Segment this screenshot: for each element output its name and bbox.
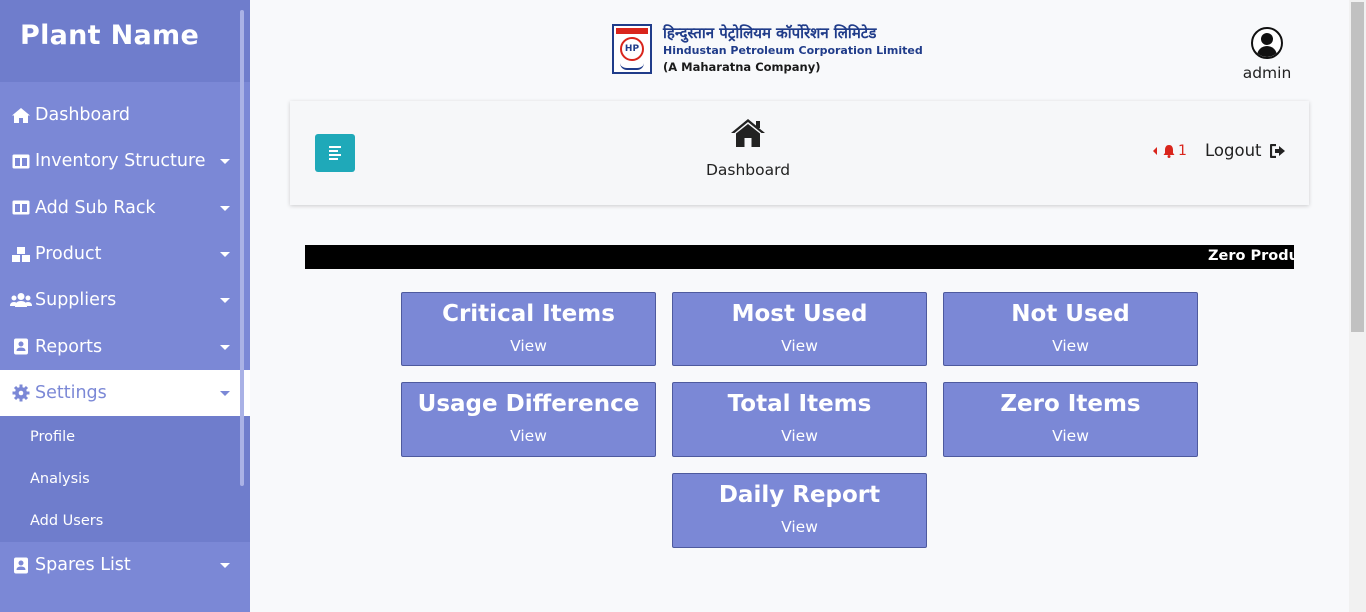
logout-link[interactable]: Logout bbox=[1205, 141, 1286, 160]
card-title: Zero Items bbox=[1000, 391, 1141, 417]
boxes-icon bbox=[10, 245, 32, 263]
card-most-used[interactable]: Most Used View bbox=[672, 292, 927, 366]
card-title: Critical Items bbox=[442, 301, 615, 327]
sidebar-item-label: Dashboard bbox=[35, 105, 130, 126]
card-view-link[interactable]: View bbox=[944, 337, 1197, 355]
caret-down-icon bbox=[220, 298, 230, 304]
company-logo: HP हिन्दुस्तान पेट्रोलियम कॉर्पोरेशन लिम… bbox=[612, 24, 923, 76]
bell-icon bbox=[1163, 145, 1175, 158]
card-title: Not Used bbox=[1011, 301, 1130, 327]
caret-down-icon bbox=[220, 159, 230, 165]
columns-icon bbox=[10, 152, 32, 170]
card-view-link[interactable]: View bbox=[402, 337, 655, 355]
logo-tagline: (A Maharatna Company) bbox=[663, 60, 821, 74]
sidebar-item-product[interactable]: Product bbox=[0, 231, 250, 277]
home-icon bbox=[731, 119, 765, 147]
dashboard-home[interactable]: Dashboard bbox=[698, 117, 798, 179]
users-icon bbox=[10, 291, 32, 309]
logout-label: Logout bbox=[1205, 141, 1262, 160]
user-name: admin bbox=[1242, 64, 1292, 82]
sidebar-nav: Dashboard Inventory Structure Add Sub Ra… bbox=[0, 92, 250, 588]
caret-down-icon bbox=[220, 390, 230, 396]
caret-down-icon bbox=[220, 563, 230, 569]
card-title: Total Items bbox=[727, 391, 872, 417]
card-view-link[interactable]: View bbox=[673, 518, 926, 536]
caret-down-icon bbox=[220, 344, 230, 350]
menu-line-icon bbox=[329, 158, 338, 160]
sign-out-icon bbox=[1269, 143, 1285, 158]
gear-icon bbox=[10, 384, 32, 402]
card-view-link[interactable]: View bbox=[673, 427, 926, 445]
sidebar-scrollbar[interactable] bbox=[240, 10, 244, 486]
user-menu[interactable]: admin bbox=[1236, 27, 1298, 82]
sidebar-item-label: Reports bbox=[35, 336, 103, 357]
logo-english-name: Hindustan Petroleum Corporation Limited bbox=[663, 44, 923, 57]
user-avatar-icon bbox=[1251, 27, 1283, 59]
card-usage-difference[interactable]: Usage Difference View bbox=[401, 382, 656, 457]
notification-count: 1 bbox=[1178, 143, 1187, 159]
sidebar-item-label: Product bbox=[35, 244, 102, 265]
sidebar-item-reports[interactable]: Reports bbox=[0, 323, 250, 369]
sidebar-item-add-sub-rack[interactable]: Add Sub Rack bbox=[0, 185, 250, 231]
menu-toggle-button[interactable] bbox=[315, 134, 355, 172]
card-title: Most Used bbox=[731, 301, 868, 327]
card-critical-items[interactable]: Critical Items View bbox=[401, 292, 656, 366]
menu-line-icon bbox=[329, 150, 338, 152]
card-not-used[interactable]: Not Used View bbox=[943, 292, 1198, 366]
submenu-item-analysis[interactable]: Analysis bbox=[0, 458, 250, 500]
ticker-text: Zero Produ bbox=[1208, 248, 1294, 264]
card-view-link[interactable]: View bbox=[944, 427, 1197, 445]
menu-line-icon bbox=[329, 154, 341, 156]
sidebar-item-label: Suppliers bbox=[35, 290, 117, 311]
card-daily-report[interactable]: Daily Report View bbox=[672, 473, 927, 548]
page-scrollbar[interactable] bbox=[1349, 0, 1366, 612]
sidebar-item-label: Settings bbox=[35, 382, 107, 403]
card-view-link[interactable]: View bbox=[673, 337, 926, 355]
submenu-item-profile[interactable]: Profile bbox=[0, 416, 250, 458]
sidebar-item-label: Spares List bbox=[35, 555, 131, 576]
logo-text: हिन्दुस्तान पेट्रोलियम कॉर्पोरेशन लिमिटे… bbox=[663, 24, 923, 75]
card-title: Usage Difference bbox=[417, 391, 640, 417]
scrollbar-thumb[interactable] bbox=[1351, 2, 1364, 332]
top-bar-card: Dashboard 1 Logout bbox=[290, 101, 1309, 205]
card-zero-items[interactable]: Zero Items View bbox=[943, 382, 1198, 457]
sidebar-item-spares-list[interactable]: Spares List bbox=[0, 542, 250, 588]
brand-title: Plant Name bbox=[0, 0, 250, 82]
columns-icon bbox=[10, 199, 32, 217]
menu-line-icon bbox=[329, 146, 341, 148]
caret-left-icon bbox=[1153, 147, 1157, 155]
sidebar-item-settings[interactable]: Settings bbox=[0, 369, 250, 417]
sidebar-item-dashboard[interactable]: Dashboard bbox=[0, 92, 250, 138]
sidebar: Plant Name Dashboard Inventory Structure… bbox=[0, 0, 250, 612]
sidebar-item-label: Inventory Structure bbox=[35, 151, 206, 172]
settings-submenu: Profile Analysis Add Users bbox=[0, 416, 250, 543]
address-book-icon bbox=[10, 556, 32, 574]
caret-down-icon bbox=[220, 205, 230, 211]
card-title: Daily Report bbox=[718, 482, 881, 508]
news-ticker: Zero Produ bbox=[305, 245, 1294, 269]
caret-down-icon bbox=[220, 252, 230, 258]
hp-badge-text: HP bbox=[620, 37, 644, 61]
sidebar-item-label: Add Sub Rack bbox=[35, 197, 156, 218]
home-icon bbox=[10, 106, 32, 124]
hp-logo-badge: HP bbox=[612, 24, 652, 74]
notifications[interactable]: 1 bbox=[1153, 140, 1187, 162]
submenu-item-add-users[interactable]: Add Users bbox=[0, 500, 250, 542]
card-total-items[interactable]: Total Items View bbox=[672, 382, 927, 457]
logo-hindi-name: हिन्दुस्तान पेट्रोलियम कॉर्पोरेशन लिमिटे… bbox=[663, 24, 877, 42]
sidebar-item-inventory-structure[interactable]: Inventory Structure bbox=[0, 138, 250, 184]
sidebar-item-suppliers[interactable]: Suppliers bbox=[0, 277, 250, 323]
address-book-icon bbox=[10, 338, 32, 356]
page-title: Dashboard bbox=[705, 161, 791, 179]
card-view-link[interactable]: View bbox=[402, 427, 655, 445]
